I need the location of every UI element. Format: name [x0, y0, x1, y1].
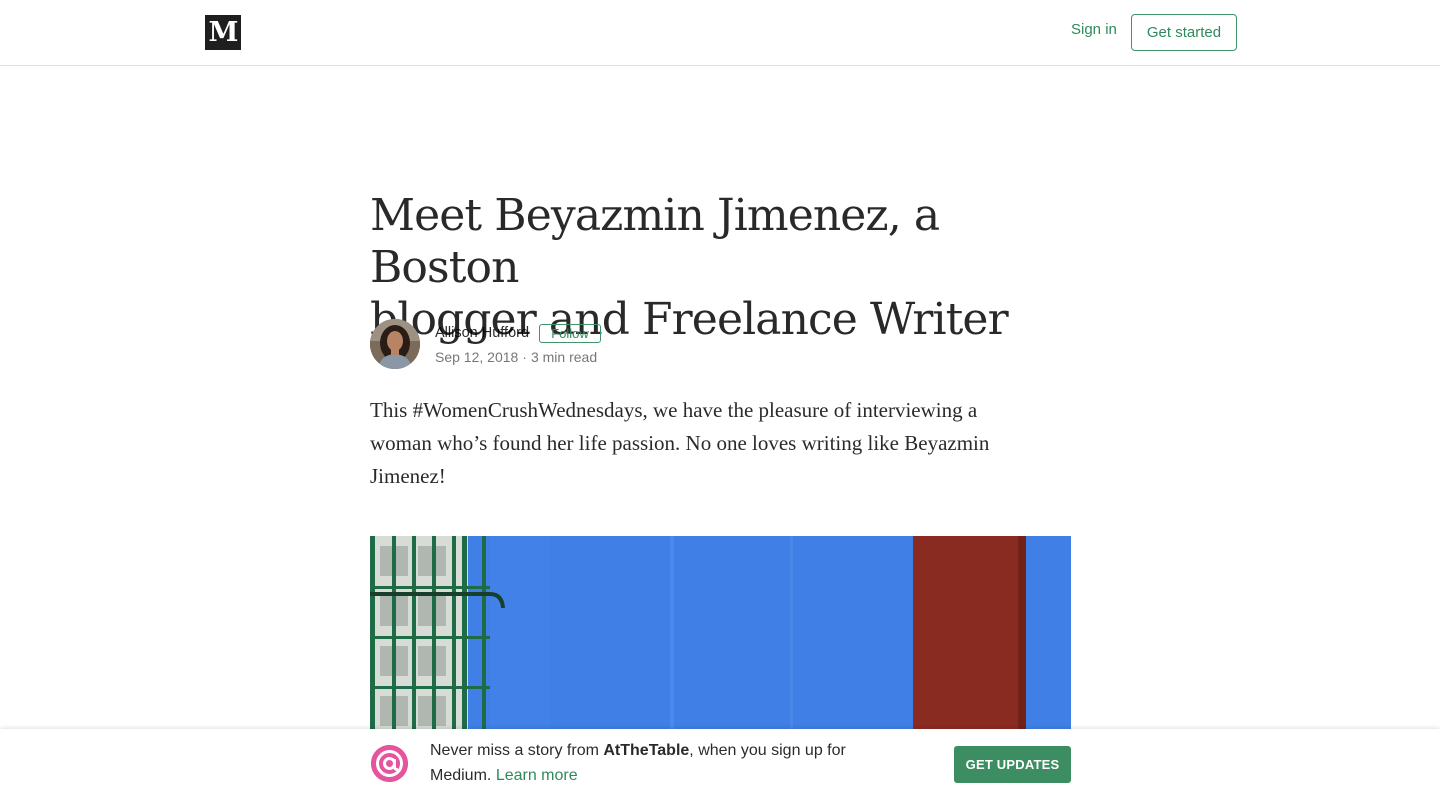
post-meta: Sep 12, 2018 · 3 min read [435, 349, 597, 365]
lead-line-2: woman who’s found her life passion. No o… [370, 431, 990, 455]
lead-line-3: Jimenez! [370, 464, 446, 488]
author-avatar[interactable] [370, 319, 420, 369]
get-updates-button[interactable]: GET UPDATES [954, 746, 1071, 783]
lead-line-1: This #WomenCrushWednesdays, we have the … [370, 398, 978, 422]
banner-message: Never miss a story from AtTheTable, when… [430, 738, 910, 788]
author-byline: Allison Hufford Follow Sep 12, 2018 · 3 mi… [370, 319, 770, 371]
banner-text-line-2: Medium. [430, 767, 492, 784]
publication-name: AtTheTable [603, 742, 690, 759]
banner-text-suffix: , when you sign up for [689, 742, 846, 759]
at-sign-icon[interactable] [371, 745, 408, 782]
read-time: 3 min read [530, 349, 598, 365]
follow-button[interactable]: Follow [539, 324, 601, 343]
get-started-button[interactable]: Get started [1131, 14, 1237, 51]
avatar-image [370, 319, 420, 369]
medium-logo-icon[interactable]: M [205, 15, 241, 50]
publication-logo-glyph [371, 745, 408, 782]
author-name[interactable]: Allison Hufford [435, 325, 529, 341]
article-lead-paragraph: This #WomenCrushWednesdays, we have the … [370, 394, 1070, 493]
article-title-line-1: Meet Beyazmin Jimenez, a Boston [370, 190, 940, 293]
subscribe-banner: Never miss a story from AtTheTable, when… [0, 729, 1440, 798]
learn-more-link[interactable]: Learn more [496, 767, 578, 784]
meta-separator: · [522, 349, 527, 365]
banner-text-prefix: Never miss a story from [430, 742, 604, 759]
top-bar: M Sign in Get started [0, 0, 1440, 66]
publish-date: Sep 12, 2018 [435, 349, 519, 365]
sign-in-link[interactable]: Sign in [1071, 21, 1117, 38]
